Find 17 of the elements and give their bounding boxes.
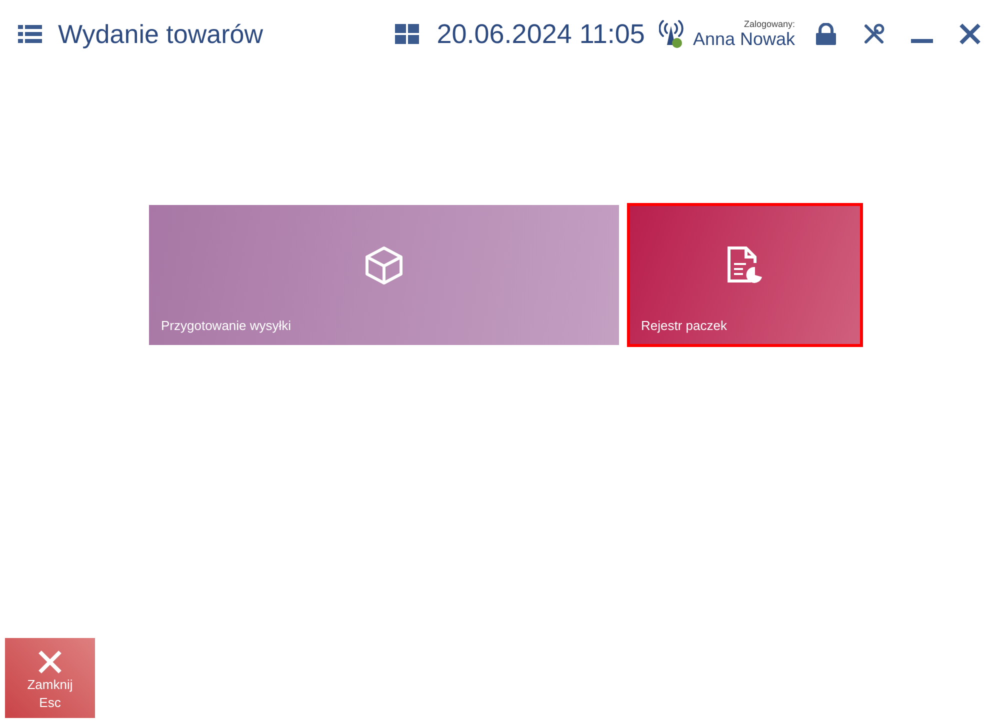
window-title: Wydanie towarów bbox=[58, 18, 263, 50]
lock-icon[interactable] bbox=[815, 23, 837, 45]
date-time: 20.06.2024 11:05 bbox=[436, 18, 645, 50]
cube-icon bbox=[364, 245, 404, 285]
logged-in-label: Zalogowany: bbox=[744, 18, 795, 28]
close-icon bbox=[38, 650, 62, 674]
user-name: Anna Nowak bbox=[692, 28, 795, 50]
close-label: Zamknij bbox=[27, 676, 73, 694]
tile[interactable]: Przygotowanie wysyłki bbox=[149, 205, 619, 345]
report-chart-icon bbox=[725, 245, 765, 285]
close-icon[interactable] bbox=[959, 23, 981, 45]
close-button[interactable]: Zamknij Esc bbox=[5, 638, 95, 718]
shortcut-label: Esc bbox=[39, 694, 61, 712]
tools-icon[interactable] bbox=[863, 23, 885, 45]
menu-icon[interactable] bbox=[18, 25, 42, 43]
tile[interactable]: Rejestr paczek bbox=[629, 205, 861, 345]
tiles-icon[interactable] bbox=[394, 24, 419, 44]
